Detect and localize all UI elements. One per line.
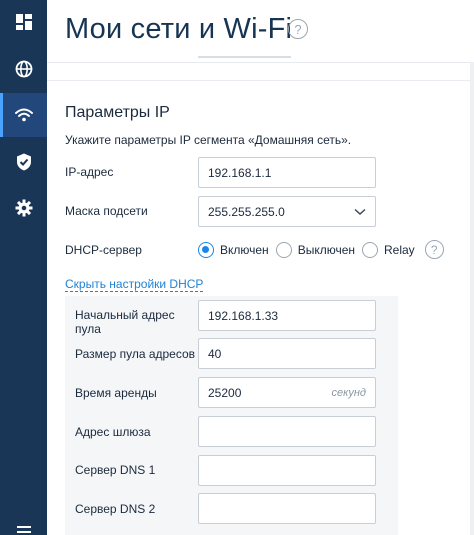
- section-divider: [47, 80, 474, 81]
- sidebar-item-menu[interactable]: [0, 510, 47, 535]
- tab-indicator: [198, 56, 291, 58]
- radio-unselected-icon: [362, 241, 378, 258]
- sidebar-item-dashboard[interactable]: [0, 0, 47, 44]
- dhcp-label: DHCP-сервер: [65, 243, 142, 257]
- lease-time-label: Время аренды: [75, 386, 157, 400]
- dns2-label: Сервер DNS 2: [75, 502, 156, 516]
- dhcp-option-relay-label: Relay: [384, 242, 415, 257]
- pool-size-value: 40: [208, 346, 222, 361]
- sidebar-item-wifi[interactable]: [0, 93, 47, 137]
- page-header: Мои сети и Wi-Fi ?: [47, 0, 474, 62]
- subnet-mask-value: 255.255.255.0: [208, 204, 285, 219]
- dns2-input[interactable]: [198, 493, 376, 524]
- ip-address-input[interactable]: 192.168.1.1: [198, 157, 376, 188]
- sidebar-item-settings[interactable]: [0, 186, 47, 230]
- radio-unselected-icon: [275, 241, 292, 258]
- mask-label: Маска подсети: [65, 204, 148, 218]
- dhcp-option-on-label: Включен: [220, 242, 269, 257]
- header-divider: [47, 62, 474, 63]
- sidebar-item-internet[interactable]: [0, 47, 47, 91]
- toggle-dhcp-settings-link[interactable]: Скрыть настройки DHCP: [65, 277, 204, 292]
- lease-time-value: 25200: [208, 385, 242, 400]
- dns1-input[interactable]: [198, 455, 376, 486]
- shield-check-icon: [16, 153, 31, 171]
- sidebar-item-security[interactable]: [0, 140, 47, 184]
- dns1-label: Сервер DNS 1: [75, 463, 156, 477]
- dhcp-option-off-label: Выключен: [297, 242, 355, 257]
- dhcp-radio-on[interactable]: Включен: [198, 241, 269, 258]
- ip-label: IP-адрес: [65, 165, 114, 179]
- dhcp-help-icon[interactable]: ?: [424, 240, 444, 259]
- pool-start-input[interactable]: 192.168.1.33: [198, 300, 376, 331]
- wifi-icon: [14, 108, 33, 122]
- subnet-mask-select[interactable]: 255.255.255.0: [198, 196, 376, 227]
- pool-size-input[interactable]: 40: [198, 338, 376, 369]
- menu-icon: [16, 526, 31, 533]
- ip-address-value: 192.168.1.1: [208, 165, 272, 180]
- section-description: Укажите параметры IP сегмента «Домашняя …: [65, 133, 352, 147]
- gateway-label: Адрес шлюза: [75, 425, 151, 439]
- gateway-input[interactable]: [198, 416, 376, 447]
- dhcp-radio-relay[interactable]: Relay: [362, 241, 415, 258]
- pool-start-value: 192.168.1.33: [208, 308, 279, 323]
- help-icon[interactable]: ?: [288, 19, 308, 39]
- pool-size-label: Размер пула адресов: [75, 347, 196, 361]
- lease-time-unit: секунд: [331, 386, 366, 399]
- scrollbar[interactable]: [470, 62, 474, 535]
- lease-time-input[interactable]: 25200 секунд: [198, 377, 376, 408]
- dhcp-mode-radios: Включен Выключен Relay ?: [198, 240, 444, 259]
- pool-start-label: Начальный адрес пула: [75, 308, 175, 336]
- radio-selected-icon: [198, 241, 214, 258]
- gear-icon: [15, 199, 32, 217]
- section-title: Параметры IP: [65, 104, 170, 121]
- globe-icon: [15, 60, 32, 78]
- sidebar: [0, 0, 47, 535]
- chevron-down-icon: [354, 208, 366, 215]
- dhcp-radio-off[interactable]: Выключен: [275, 241, 355, 258]
- page-title: Мои сети и Wi-Fi: [65, 13, 293, 45]
- dashboard-icon: [15, 14, 32, 30]
